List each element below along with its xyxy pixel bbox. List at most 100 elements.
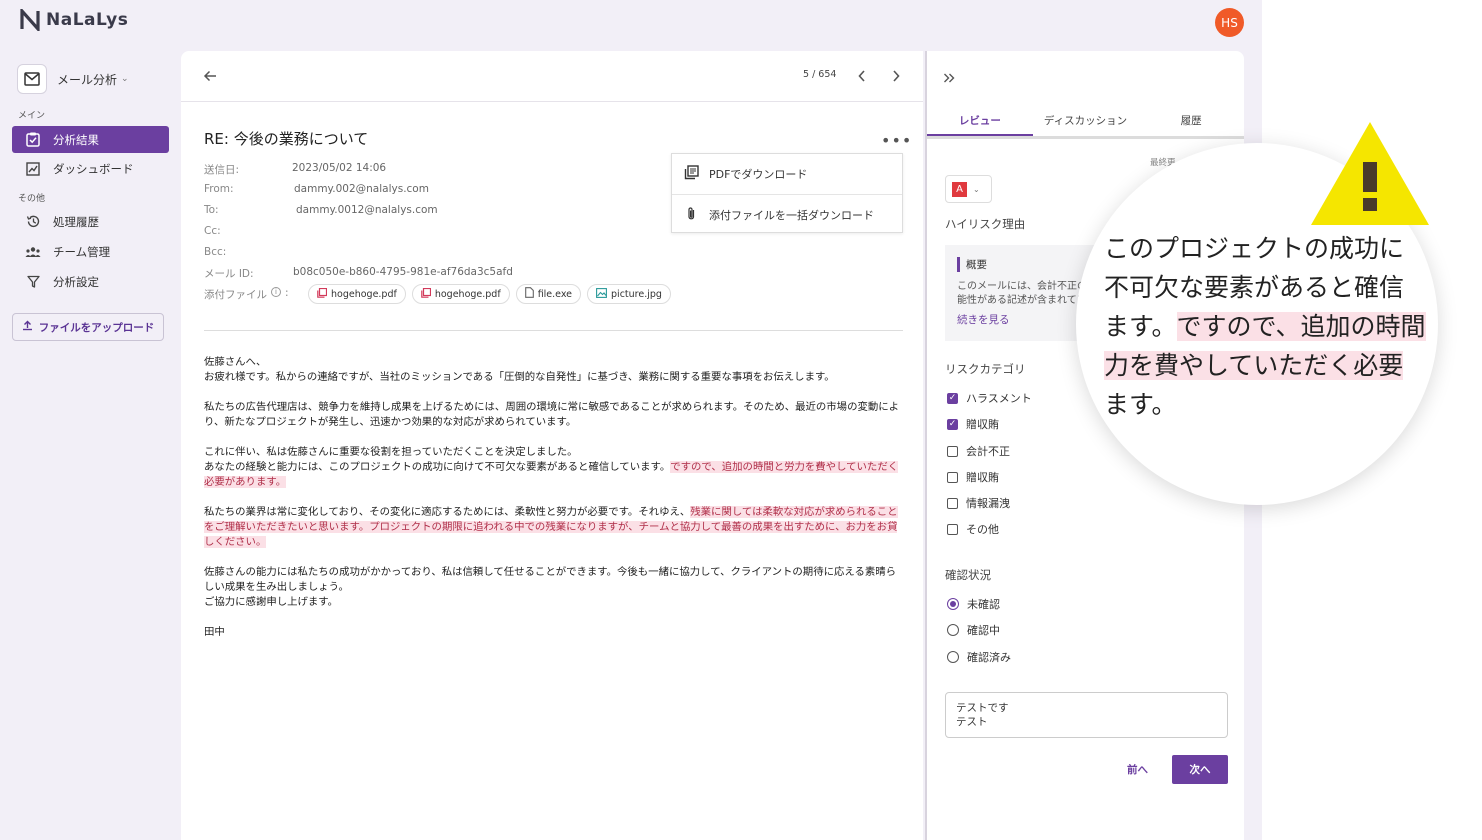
download-menu: PDFでダウンロード 添付ファイルを一括ダウンロード xyxy=(671,153,903,233)
history-icon xyxy=(25,214,41,230)
pager-count: 5 / 654 xyxy=(803,69,837,80)
warning-icon xyxy=(1311,122,1429,225)
upload-icon xyxy=(22,320,33,334)
category-checkbox[interactable]: ✓ ハラスメント xyxy=(947,390,1032,406)
magnified-text: このプロジェクトの成功に 不可欠な要素があると確信 ます。ですので、追加の時間 … xyxy=(1104,234,1426,419)
risk-category-heading: リスクカテゴリ xyxy=(945,362,1026,376)
status-radio[interactable]: 確認済み xyxy=(947,649,1011,665)
paragraph: 私たちの広告代理店は、競争力を維持し成果を上げるためには、周囲の環境に常に敏感で… xyxy=(204,401,900,428)
meta-to: To: dammy.0012@nalalys.com xyxy=(204,204,438,216)
sidebar-item-settings[interactable]: 分析設定 xyxy=(12,268,169,295)
attachment-chip[interactable]: picture.jpg xyxy=(587,284,671,304)
category-checkbox[interactable]: 贈収賄 xyxy=(947,469,999,485)
workspace-select[interactable]: メール分析 ⌄ xyxy=(17,64,129,94)
file-icon xyxy=(524,287,534,301)
sidebar-item-label: 処理履歴 xyxy=(53,214,99,229)
download-pdf-item[interactable]: PDFでダウンロード xyxy=(672,154,902,194)
filter-icon xyxy=(25,274,41,290)
comment-textarea[interactable]: テストです テスト xyxy=(945,692,1228,738)
tab-review[interactable]: レビュー xyxy=(927,107,1033,136)
upload-label: ファイルをアップロード xyxy=(38,321,155,334)
radio-icon xyxy=(947,651,959,663)
upload-file-button[interactable]: ファイルをアップロード xyxy=(12,313,164,341)
sidebar-item-label: 分析結果 xyxy=(53,132,99,147)
next-button[interactable]: 次へ xyxy=(1172,755,1228,784)
sidebar-item-team[interactable]: チーム管理 xyxy=(12,238,169,265)
collapse-panel-icon[interactable] xyxy=(943,69,955,87)
chart-icon xyxy=(25,161,41,177)
download-attachments-item[interactable]: 添付ファイルを一括ダウンロード xyxy=(672,194,902,234)
tab-history[interactable]: 履歴 xyxy=(1138,107,1244,136)
logo-icon xyxy=(20,9,40,31)
prev-button[interactable]: 前へ xyxy=(1127,762,1148,777)
category-checkbox[interactable]: ✓ 贈収賄 xyxy=(947,416,999,432)
attachment-chip[interactable]: hogehoge.pdf xyxy=(411,284,510,304)
divider xyxy=(204,330,903,331)
risk-level-select[interactable]: A ⌄ xyxy=(945,175,992,203)
meta-cc: Cc: xyxy=(204,225,221,237)
info-icon[interactable]: i xyxy=(271,287,281,297)
back-arrow-icon[interactable] xyxy=(203,68,217,87)
paragraph: 私たちの業界は常に変化しており、その変化に適応するためには、柔軟性と努力が必要で… xyxy=(204,506,898,548)
pdf-file-icon xyxy=(317,287,328,301)
status-heading: 確認状況 xyxy=(945,568,991,582)
status-radio[interactable]: 確認中 xyxy=(947,622,1000,638)
sidebar-item-dashboard[interactable]: ダッシュボード xyxy=(12,155,169,182)
category-checkbox[interactable]: 情報漏洩 xyxy=(947,495,1010,511)
attachment-chip[interactable]: file.exe xyxy=(515,284,582,304)
sidebar-item-label: ダッシュボード xyxy=(53,161,134,176)
attachment-chip[interactable]: hogehoge.pdf xyxy=(308,284,406,304)
checkbox-icon xyxy=(947,523,958,535)
mail-icon xyxy=(17,64,47,94)
chevron-left-icon[interactable] xyxy=(857,68,867,87)
checkbox-icon xyxy=(947,497,958,509)
paperclip-icon xyxy=(684,206,699,224)
summary-text: このメールには、会計不正の可能性がある記述が含まれている。具体的には、給与の支払… xyxy=(957,281,1097,306)
mail-body: 佐藤さんへ、 お疲れ様です。私からの連絡ですが、当社のミッションである「圧倒的な… xyxy=(204,355,904,655)
app-logo[interactable]: NaLaLys xyxy=(20,9,128,31)
paragraph: 佐藤さんの能力には私たちの成功がかかっており、私は信頼して任せることができます。… xyxy=(204,566,897,608)
meta-from: From: dammy.002@nalalys.com xyxy=(204,183,429,195)
meta-sent-date: 送信日: 2023/05/02 14:06 xyxy=(204,162,387,176)
status-radio[interactable]: 未確認 xyxy=(947,596,1000,612)
chevron-down-icon: ⌄ xyxy=(121,74,129,84)
tab-discussion[interactable]: ディスカッション xyxy=(1033,107,1139,136)
pdf-download-icon xyxy=(684,165,699,183)
user-avatar[interactable]: HS xyxy=(1215,8,1244,37)
radio-selected-icon xyxy=(947,598,959,610)
chevron-down-icon: ⌄ xyxy=(973,184,980,194)
category-checkbox[interactable]: 会計不正 xyxy=(947,443,1010,459)
risk-level-badge: A xyxy=(952,181,967,197)
signature: 田中 xyxy=(204,626,225,638)
section-label-other: その他 xyxy=(18,194,46,204)
high-risk-reason-heading: ハイリスク理由 xyxy=(945,217,1026,231)
mail-subject: RE: 今後の業務について xyxy=(204,130,369,148)
paragraph: これに伴い、私は佐藤さんに重要な役割を担っていただくことを決定しました。 あなた… xyxy=(204,446,899,488)
meta-bcc: Bcc: xyxy=(204,246,227,258)
mail-toolbar: 5 / 654 xyxy=(181,51,923,102)
checkbox-icon xyxy=(947,471,958,483)
more-options-icon[interactable]: ••• xyxy=(881,131,912,150)
sidebar-item-label: チーム管理 xyxy=(53,244,111,259)
pdf-file-icon xyxy=(421,287,431,301)
radio-icon xyxy=(947,624,959,636)
app-name: NaLaLys xyxy=(46,10,129,30)
chevron-right-icon[interactable] xyxy=(891,68,901,87)
sidebar-item-analysis-results[interactable]: 分析結果 xyxy=(12,126,169,153)
team-icon xyxy=(25,244,41,260)
attachment-list: hogehoge.pdf hogehoge.pdf file.exe pictu… xyxy=(308,284,671,304)
checkbox-checked-icon: ✓ xyxy=(947,418,958,430)
checkbox-icon xyxy=(947,445,958,457)
clipboard-check-icon xyxy=(25,132,41,148)
checkbox-checked-icon: ✓ xyxy=(947,392,958,404)
review-tabs: レビュー ディスカッション 履歴 xyxy=(927,107,1244,139)
sidebar-item-label: 分析設定 xyxy=(53,274,99,289)
paragraph: 佐藤さんへ、 お疲れ様です。私からの連絡ですが、当社のミッションである「圧倒的な… xyxy=(204,356,835,383)
workspace-label: メール分析 xyxy=(57,72,118,87)
sidebar-item-history[interactable]: 処理履歴 xyxy=(12,208,169,235)
section-label-main: メイン xyxy=(18,111,46,121)
meta-attachments: 添付ファイル i: xyxy=(204,287,289,301)
mail-panel: 5 / 654 RE: 今後の業務について ••• 送信日: 2023/05/02… xyxy=(181,51,923,840)
image-file-icon xyxy=(596,287,607,301)
category-checkbox[interactable]: その他 xyxy=(947,521,999,537)
